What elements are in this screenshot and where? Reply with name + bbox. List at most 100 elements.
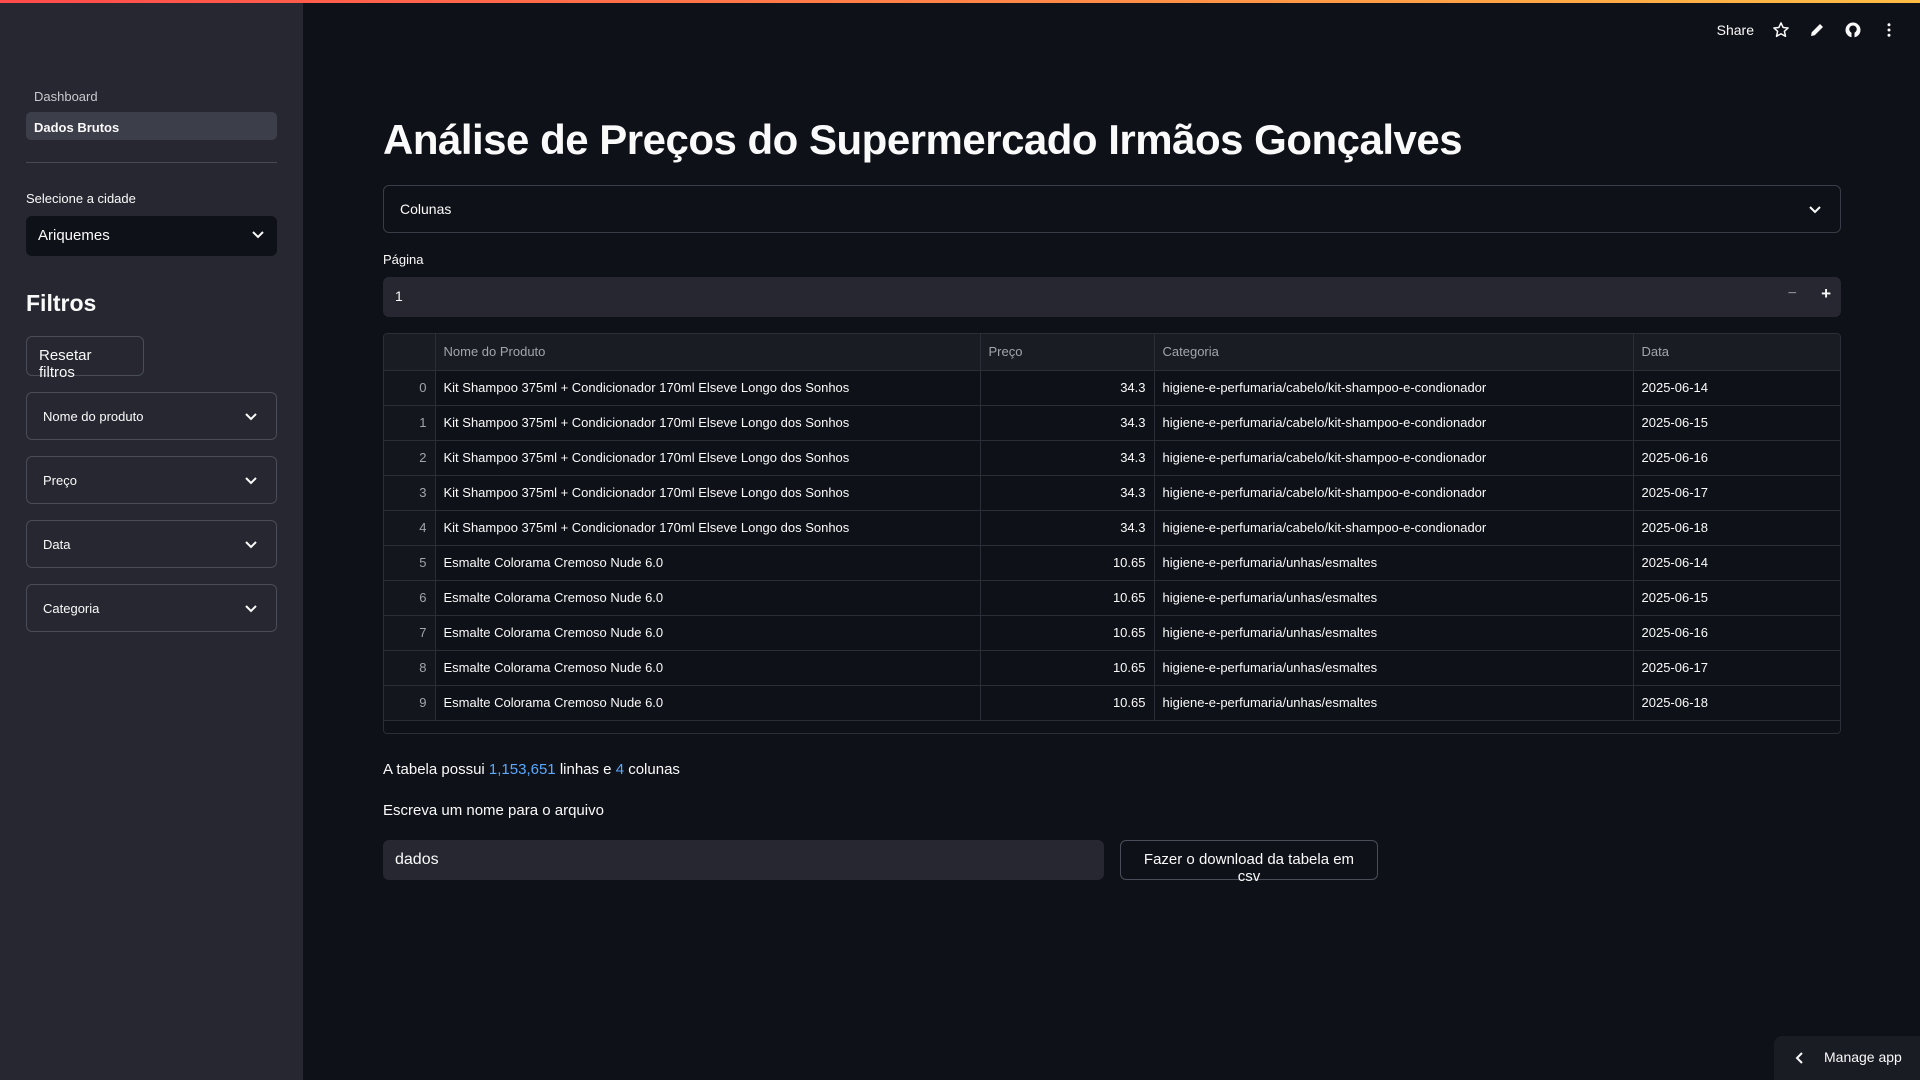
table-row[interactable]: 8 Esmalte Colorama Cremoso Nude 6.0 10.65 h…: [384, 650, 1840, 686]
cell-preco[interactable]: 34.3: [980, 475, 1155, 511]
table-header-preco[interactable]: Preço: [980, 334, 1155, 371]
filename-input[interactable]: [383, 840, 1104, 880]
table-row[interactable]: 1 Kit Shampoo 375ml + Condicionador 170ml…: [384, 405, 1840, 441]
cell-categoria[interactable]: higiene-e-perfumaria/unhas/esmaltes: [1154, 685, 1634, 721]
table-row[interactable]: 7 Esmalte Colorama Cremoso Nude 6.0 10.65 h…: [384, 615, 1840, 651]
filename-label: Escreva um nome para o arquivo: [383, 802, 604, 819]
cell-preco[interactable]: 34.3: [980, 370, 1155, 406]
page-number-input[interactable]: 1 − +: [383, 277, 1841, 317]
cell-categoria[interactable]: higiene-e-perfumaria/cabelo/kit-shampoo-…: [1154, 440, 1634, 476]
table-header-row: Nome do Produto Preço Categoria Data: [384, 334, 1840, 371]
cell-index[interactable]: 4: [384, 510, 436, 546]
cell-data[interactable]: 2025-06-17: [1633, 650, 1840, 686]
cell-data[interactable]: 2025-06-14: [1633, 370, 1840, 406]
cell-nome[interactable]: Kit Shampoo 375ml + Condicionador 170ml …: [435, 370, 981, 406]
cell-nome[interactable]: Kit Shampoo 375ml + Condicionador 170ml …: [435, 405, 981, 441]
download-csv-button[interactable]: Fazer o download da tabela em csv: [1120, 840, 1378, 885]
cell-categoria[interactable]: higiene-e-perfumaria/unhas/esmaltes: [1154, 650, 1634, 686]
cell-data[interactable]: 2025-06-14: [1633, 545, 1840, 581]
table-row[interactable]: 6 Esmalte Colorama Cremoso Nude 6.0 10.65 h…: [384, 580, 1840, 616]
cell-preco[interactable]: 10.65: [980, 615, 1155, 651]
cell-data[interactable]: 2025-06-15: [1633, 405, 1840, 441]
table-header-index[interactable]: [384, 334, 436, 371]
cell-index[interactable]: 7: [384, 615, 436, 651]
chevron-down-icon: [252, 231, 264, 239]
star-icon[interactable]: [1772, 21, 1790, 39]
cell-preco[interactable]: 34.3: [980, 510, 1155, 546]
cell-nome[interactable]: Esmalte Colorama Cremoso Nude 6.0: [435, 685, 981, 721]
filters-heading: Filtros: [26, 290, 97, 316]
cell-categoria[interactable]: higiene-e-perfumaria/cabelo/kit-shampoo-…: [1154, 510, 1634, 546]
cell-preco[interactable]: 10.65: [980, 580, 1155, 616]
sidebar-item-dados-brutos[interactable]: Dados Brutos: [26, 112, 277, 140]
cell-index[interactable]: 0: [384, 370, 436, 406]
edit-icon[interactable]: [1808, 21, 1826, 39]
cell-nome[interactable]: Esmalte Colorama Cremoso Nude 6.0: [435, 545, 981, 581]
expander-preco[interactable]: Preço: [26, 456, 277, 504]
table-header-data[interactable]: Data: [1633, 334, 1840, 371]
expander-data[interactable]: Data: [26, 520, 277, 568]
data-table[interactable]: Nome do Produto Preço Categoria Data 0 Ki…: [383, 333, 1841, 734]
cell-data[interactable]: 2025-06-16: [1633, 440, 1840, 476]
city-select-label: Selecione a cidade: [26, 191, 136, 206]
chevron-left-icon: [1795, 1052, 1803, 1064]
decrement-button[interactable]: −: [1788, 285, 1797, 303]
expander-label: Preço: [43, 473, 77, 488]
cell-nome[interactable]: Esmalte Colorama Cremoso Nude 6.0: [435, 650, 981, 686]
cell-index[interactable]: 6: [384, 580, 436, 616]
cell-data[interactable]: 2025-06-16: [1633, 615, 1840, 651]
cell-data[interactable]: 2025-06-17: [1633, 475, 1840, 511]
cell-data[interactable]: 2025-06-18: [1633, 510, 1840, 546]
cell-categoria[interactable]: higiene-e-perfumaria/unhas/esmaltes: [1154, 615, 1634, 651]
table-row[interactable]: 3 Kit Shampoo 375ml + Condicionador 170ml…: [384, 475, 1840, 511]
expander-categoria[interactable]: Categoria: [26, 584, 277, 632]
cell-index[interactable]: 3: [384, 475, 436, 511]
table-row[interactable]: 5 Esmalte Colorama Cremoso Nude 6.0 10.65 h…: [384, 545, 1840, 581]
sidebar-item-dashboard[interactable]: Dashboard: [26, 81, 277, 109]
cell-index[interactable]: 2: [384, 440, 436, 476]
cell-categoria[interactable]: higiene-e-perfumaria/cabelo/kit-shampoo-…: [1154, 405, 1634, 441]
cell-categoria[interactable]: higiene-e-perfumaria/unhas/esmaltes: [1154, 545, 1634, 581]
github-icon[interactable]: [1844, 21, 1862, 39]
increment-button[interactable]: +: [1821, 284, 1831, 304]
chevron-down-icon: [245, 413, 257, 421]
cell-index[interactable]: 8: [384, 650, 436, 686]
cell-nome[interactable]: Esmalte Colorama Cremoso Nude 6.0: [435, 615, 981, 651]
cell-preco[interactable]: 10.65: [980, 650, 1155, 686]
sidebar: Dashboard Dados Brutos Selecione a cidad…: [0, 0, 303, 1080]
page-number-value: 1: [395, 288, 403, 304]
table-row[interactable]: 2 Kit Shampoo 375ml + Condicionador 170ml…: [384, 440, 1840, 476]
cell-nome[interactable]: Kit Shampoo 375ml + Condicionador 170ml …: [435, 510, 981, 546]
cell-categoria[interactable]: higiene-e-perfumaria/unhas/esmaltes: [1154, 580, 1634, 616]
cell-preco[interactable]: 10.65: [980, 545, 1155, 581]
table-header-nome[interactable]: Nome do Produto: [435, 334, 981, 371]
cell-preco[interactable]: 10.65: [980, 685, 1155, 721]
cell-preco[interactable]: 34.3: [980, 440, 1155, 476]
cell-data[interactable]: 2025-06-15: [1633, 580, 1840, 616]
table-row[interactable]: 0 Kit Shampoo 375ml + Condicionador 170ml…: [384, 370, 1840, 406]
table-header-categoria[interactable]: Categoria: [1154, 334, 1634, 371]
cell-categoria[interactable]: higiene-e-perfumaria/cabelo/kit-shampoo-…: [1154, 475, 1634, 511]
info-suffix: colunas: [624, 761, 680, 778]
manage-app-button[interactable]: Manage app: [1774, 1036, 1920, 1080]
cell-nome[interactable]: Esmalte Colorama Cremoso Nude 6.0: [435, 580, 981, 616]
cell-nome[interactable]: Kit Shampoo 375ml + Condicionador 170ml …: [435, 475, 981, 511]
cell-data[interactable]: 2025-06-18: [1633, 685, 1840, 721]
cell-categoria[interactable]: higiene-e-perfumaria/cabelo/kit-shampoo-…: [1154, 370, 1634, 406]
cell-preco[interactable]: 34.3: [980, 405, 1155, 441]
cell-index[interactable]: 1: [384, 405, 436, 441]
share-button[interactable]: Share: [1717, 22, 1754, 38]
cell-nome[interactable]: Kit Shampoo 375ml + Condicionador 170ml …: [435, 440, 981, 476]
expander-nome-do-produto[interactable]: Nome do produto: [26, 392, 277, 440]
more-icon[interactable]: [1880, 21, 1898, 39]
reset-filters-button[interactable]: Resetar filtros: [26, 336, 144, 381]
page-title: Análise de Preços do Supermercado Irmãos…: [383, 116, 1463, 163]
cell-index[interactable]: 5: [384, 545, 436, 581]
columns-multiselect[interactable]: Colunas: [383, 185, 1841, 233]
table-row[interactable]: 4 Kit Shampoo 375ml + Condicionador 170ml…: [384, 510, 1840, 546]
cell-index[interactable]: 9: [384, 685, 436, 721]
manage-app-label: Manage app: [1824, 1049, 1902, 1065]
table-row[interactable]: 9 Esmalte Colorama Cremoso Nude 6.0 10.65 h…: [384, 685, 1840, 721]
city-select[interactable]: Ariquemes: [26, 216, 277, 256]
expander-label: Data: [43, 537, 71, 552]
